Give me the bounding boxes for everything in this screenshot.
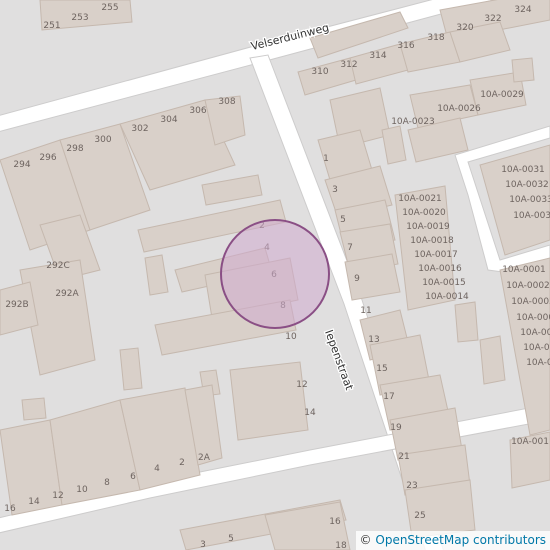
building <box>479 335 506 385</box>
house-number: 14 <box>304 408 316 418</box>
house-number: 4 <box>154 464 160 474</box>
house-number: 255 <box>101 3 118 13</box>
building <box>21 397 47 421</box>
house-number: 253 <box>71 13 88 23</box>
house-number: 12 <box>296 380 307 390</box>
house-number: 2 <box>179 458 185 468</box>
house-number: 5 <box>228 534 234 544</box>
house-number: 296 <box>39 153 56 163</box>
house-number: 10A-0001 <box>502 265 546 275</box>
house-number: 10A-0016 <box>418 264 462 274</box>
house-number: 10A-0032 <box>505 180 549 190</box>
map-attribution: © OpenStreetMap contributors <box>355 531 550 550</box>
building <box>144 254 169 296</box>
house-number: 10A-0007 <box>526 358 550 368</box>
house-number: 10A-0026 <box>437 104 481 114</box>
house-number: 10A-0023 <box>391 117 435 127</box>
house-number: 14 <box>28 497 40 507</box>
house-number: 312 <box>340 60 357 70</box>
house-number: 308 <box>218 97 235 107</box>
house-number: 320 <box>456 23 473 33</box>
street-label-iepenstraat: Iepenstraat <box>322 328 356 392</box>
building <box>381 125 407 165</box>
house-number: 292B <box>5 300 28 310</box>
copyright-symbol: © <box>359 533 372 547</box>
house-number: 11 <box>360 306 371 316</box>
house-number: 304 <box>160 115 177 125</box>
house-number: 10 <box>76 485 88 495</box>
house-number: 10A-0029 <box>480 90 524 100</box>
house-number: 292A <box>55 289 79 299</box>
house-number: 16 <box>4 504 16 514</box>
location-marker-circle[interactable] <box>220 219 330 329</box>
building <box>511 57 535 83</box>
house-number: 251 <box>43 21 60 31</box>
house-number: 10A-0002 <box>506 281 550 291</box>
house-number: 306 <box>189 106 206 116</box>
house-number: 3 <box>200 540 206 550</box>
house-number: 21 <box>398 452 409 462</box>
house-number: 10A-0031 <box>501 165 545 175</box>
house-number: 314 <box>369 51 386 61</box>
house-number: 10A-0003 <box>511 297 550 307</box>
house-number: 302 <box>131 124 148 134</box>
house-number: 10A-0034 <box>513 211 550 221</box>
house-number: 10A-0015 <box>422 278 466 288</box>
house-number: 10A-0021 <box>398 194 442 204</box>
house-number: 298 <box>66 144 83 154</box>
house-number: 3 <box>332 185 338 195</box>
house-number: 310 <box>311 67 328 77</box>
building <box>201 174 263 206</box>
house-number: 292C <box>46 261 69 271</box>
building <box>229 361 309 441</box>
house-number: 16 <box>329 517 341 527</box>
house-number: 17 <box>383 392 394 402</box>
house-number: 318 <box>427 33 444 43</box>
house-number: 10A-0020 <box>402 208 446 218</box>
building <box>119 347 143 391</box>
house-number: 316 <box>397 41 414 51</box>
house-number: 300 <box>94 135 111 145</box>
house-number: 10A-0005 <box>520 328 550 338</box>
house-number: 294 <box>13 160 30 170</box>
house-number: 10A-0018 <box>410 236 454 246</box>
house-number: 10A-0014 <box>425 292 469 302</box>
house-number: 10 <box>285 332 297 342</box>
house-number: 322 <box>484 14 501 24</box>
house-number: 7 <box>347 243 353 253</box>
house-number: 18 <box>335 541 347 550</box>
house-number: 324 <box>514 5 531 15</box>
house-number: 2A <box>198 453 211 463</box>
house-number: 1 <box>323 154 329 164</box>
house-number: 19 <box>390 423 402 433</box>
house-number: 6 <box>130 472 136 482</box>
building <box>454 301 479 343</box>
house-number: 10A-0006 <box>523 343 550 353</box>
house-number: 10A-001 <box>511 437 549 447</box>
house-number: 9 <box>354 274 360 284</box>
house-number: 10A-0033 <box>509 195 550 205</box>
house-number: 8 <box>104 478 110 488</box>
house-number: 23 <box>406 481 417 491</box>
house-number: 12 <box>52 491 63 501</box>
house-number: 10A-0017 <box>414 250 458 260</box>
openstreetmap-contributors-link[interactable]: OpenStreetMap contributors <box>375 533 546 547</box>
map-canvas: Velserduinweg Iepenstraat 251 253 255 32… <box>0 0 550 550</box>
house-number: 10A-0004 <box>516 313 550 323</box>
house-number: 25 <box>414 511 425 521</box>
house-number: 15 <box>376 364 387 374</box>
map-view[interactable]: Velserduinweg Iepenstraat 251 253 255 32… <box>0 0 550 550</box>
house-number: 5 <box>340 215 346 225</box>
house-number: 10A-0019 <box>406 222 450 232</box>
house-number: 13 <box>368 335 379 345</box>
